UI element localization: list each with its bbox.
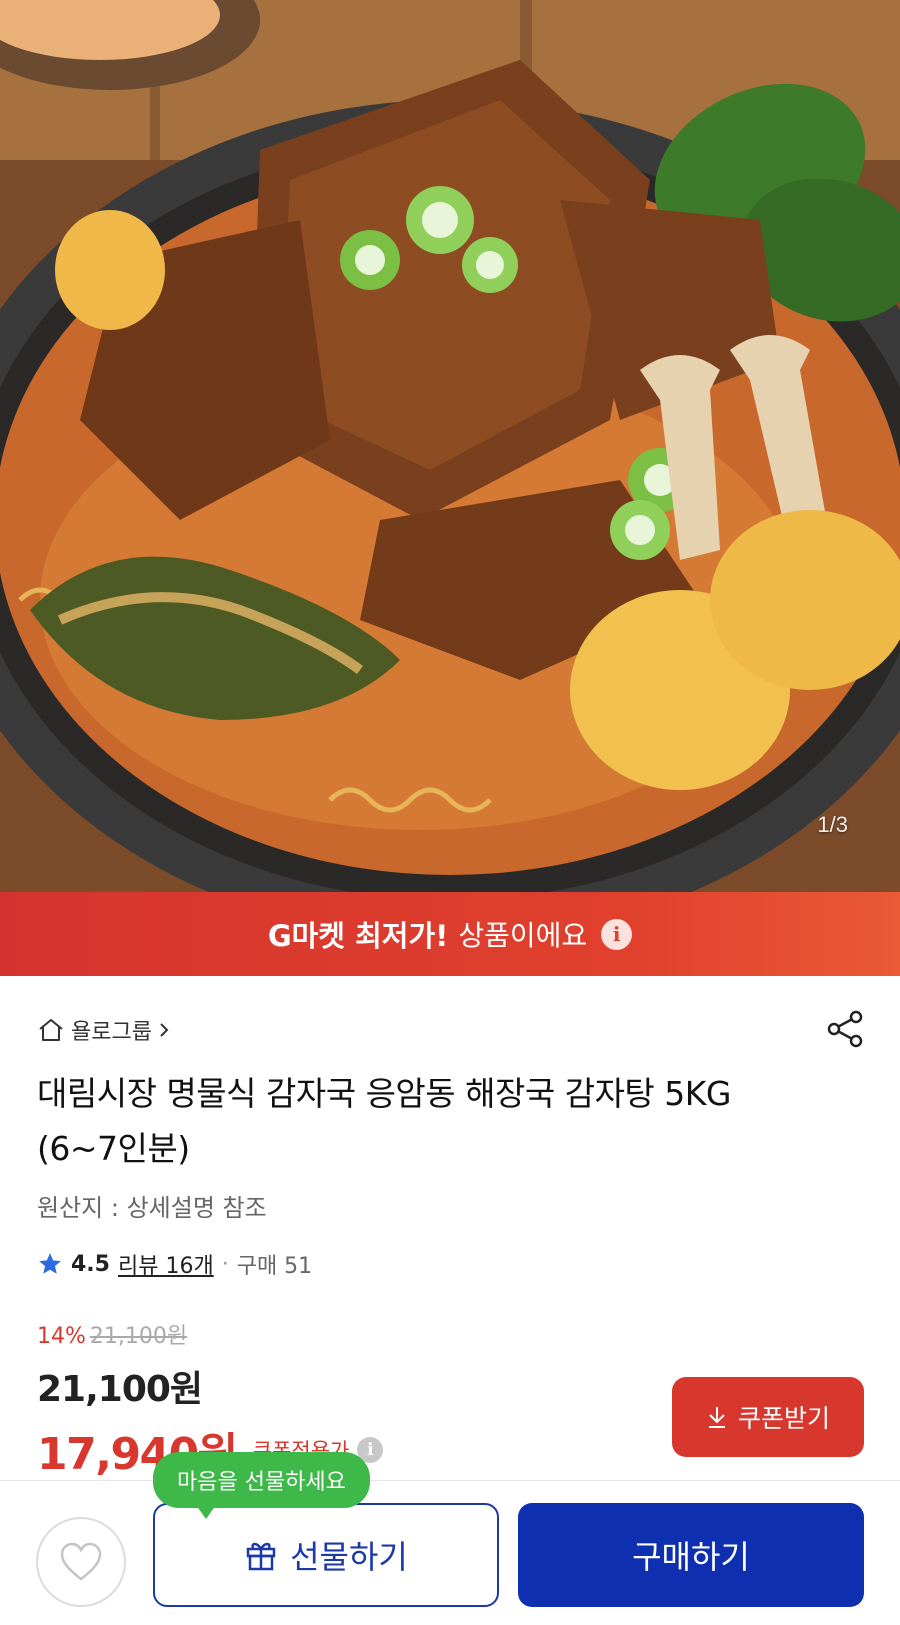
gift-tooltip-tail xyxy=(196,1505,216,1519)
gift-icon xyxy=(246,1542,276,1571)
rating-row: 4.5 리뷰 16개 · 구매 51 xyxy=(37,1248,312,1280)
buy-button-label: 구매하기 xyxy=(632,1538,750,1576)
origin-info: 원산지 : 상세설명 참조 xyxy=(37,1194,267,1222)
product-photo-illustration xyxy=(0,0,900,892)
info-icon[interactable]: i xyxy=(601,918,633,950)
banner-bold-text: G마켓 최저가! xyxy=(267,919,449,953)
get-coupon-label: 쿠폰받기 xyxy=(737,1404,830,1433)
discount-percent: 14% xyxy=(37,1324,86,1349)
download-icon xyxy=(708,1407,725,1428)
rating-score: 4.5 xyxy=(71,1251,110,1277)
reviews-link[interactable]: 리뷰 16개 xyxy=(118,1248,214,1280)
seller-link[interactable]: 욜로그룹 xyxy=(37,1014,170,1046)
purchase-count: 구매 51 xyxy=(236,1254,313,1279)
discount-row: 14% 21,100원 xyxy=(37,1318,383,1350)
buy-button[interactable]: 구매하기 xyxy=(518,1503,864,1607)
wishlist-button[interactable] xyxy=(36,1517,126,1607)
image-counter: 1/3 xyxy=(817,812,848,837)
original-price: 21,100원 xyxy=(89,1324,188,1349)
heart-icon xyxy=(60,1542,102,1581)
separator-dot: · xyxy=(221,1251,229,1277)
share-icon[interactable] xyxy=(824,1008,866,1050)
gift-tooltip: 마음을 선물하세요 xyxy=(153,1452,370,1508)
star-icon xyxy=(39,1253,61,1274)
seller-name: 욜로그룹 xyxy=(71,1020,152,1045)
get-coupon-button[interactable]: 쿠폰받기 xyxy=(672,1377,864,1457)
home-icon xyxy=(39,1019,63,1041)
product-title: 대림시장 명물식 감자국 응암동 해장국 감자탕 5KG (6~7인분) xyxy=(37,1074,732,1168)
chevron-right-icon xyxy=(160,1023,169,1037)
product-image[interactable]: 1/3 xyxy=(0,0,900,892)
gift-button-label: 선물하기 xyxy=(290,1538,408,1576)
banner-text: 상품이에요 xyxy=(458,919,588,952)
lowest-price-banner[interactable]: G마켓 최저가! 상품이에요 i xyxy=(0,892,900,976)
sale-price: 21,100원 xyxy=(37,1369,203,1410)
bottom-action-bar: 선물하기 구매하기 xyxy=(0,1480,900,1625)
